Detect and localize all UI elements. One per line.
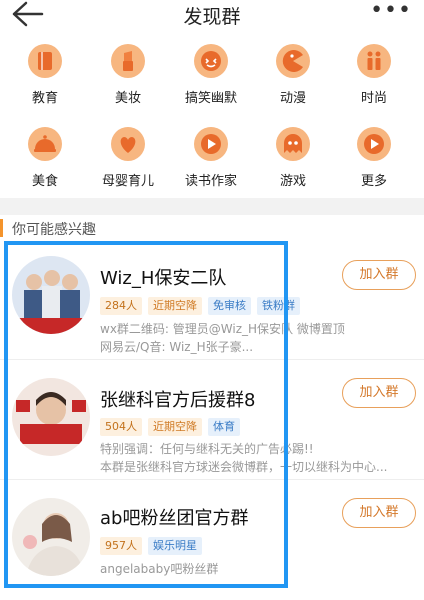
list-item[interactable]: ab吧粉丝团官方群 957人 娱乐明星 angelababy吧粉丝群 加入群 [0, 484, 424, 600]
group-tags: 504人 近期空降 体育 [100, 418, 240, 436]
category-label: 读书作家 [184, 174, 237, 189]
category-food[interactable]: 美食 [5, 127, 85, 189]
tag-badge: 免审核 [208, 297, 251, 315]
book-icon [28, 44, 62, 78]
group-list: Wiz_H保安二队 284人 近期空降 免审核 铁粉群 wx群二维码: 管理员@… [0, 242, 424, 600]
category-label: 动漫 [279, 91, 306, 106]
group-name: ab吧粉丝团官方群 [100, 508, 249, 529]
category-makeup[interactable]: 美妆 [88, 44, 168, 106]
category-label: 更多 [360, 174, 387, 189]
category-parenting[interactable]: 母婴育儿 [88, 127, 168, 189]
category-fashion[interactable]: 时尚 [334, 44, 414, 106]
group-tags: 957人 娱乐明星 [100, 537, 202, 555]
category-reading[interactable]: 读书作家 [171, 127, 251, 189]
join-group-button[interactable]: 加入群 [342, 260, 416, 290]
description-line: wx群二维码: 管理员@Wiz_H保安队 微博置顶 [100, 322, 345, 336]
join-group-button[interactable]: 加入群 [342, 378, 416, 408]
top-bar: 发现群 ••• [0, 0, 424, 32]
description-line: 本群是张继科官方球迷会微博群，一切以继科为中心... [100, 460, 388, 474]
group-name: 张继科官方后援群8 [100, 390, 256, 411]
group-avatar [12, 498, 90, 576]
member-count-badge: 957人 [100, 537, 142, 555]
group-description: angelababy吧粉丝群 [100, 560, 390, 578]
category-anime[interactable]: 动漫 [253, 44, 333, 106]
member-count-badge: 504人 [100, 418, 142, 436]
section-accent-bar [0, 219, 3, 237]
group-avatar [12, 256, 90, 334]
member-count-badge: 284人 [100, 297, 142, 315]
join-group-button[interactable]: 加入群 [342, 498, 416, 528]
more-play-icon [357, 127, 391, 161]
more-menu-button[interactable]: ••• [370, 0, 412, 23]
category-games[interactable]: 游戏 [253, 127, 333, 189]
pacman-icon [276, 44, 310, 78]
play-icon [194, 127, 228, 161]
section-header: 你可能感兴趣 [0, 215, 424, 242]
page-title: 发现群 [183, 6, 241, 28]
category-label: 游戏 [279, 174, 306, 189]
tag-badge: 体育 [208, 418, 240, 436]
ghost-icon [276, 127, 310, 161]
category-humor[interactable]: 搞笑幽默 [171, 44, 251, 106]
category-education[interactable]: 教育 [5, 44, 85, 106]
category-grid: 教育 美妆 搞笑幽默 动漫 时尚 美食 母婴育儿 读书作家 游戏 更多 [0, 32, 424, 198]
list-item[interactable]: 张继科官方后援群8 504人 近期空降 体育 特别强调：任何与继科无关的广告必踢… [0, 362, 424, 480]
tag-badge: 近期空降 [148, 418, 202, 436]
group-avatar [12, 378, 90, 456]
list-item[interactable]: Wiz_H保安二队 284人 近期空降 免审核 铁粉群 wx群二维码: 管理员@… [0, 242, 424, 360]
category-label: 搞笑幽默 [184, 91, 237, 106]
lipstick-icon [111, 44, 145, 78]
category-label: 美食 [31, 174, 58, 189]
heart-icon [111, 127, 145, 161]
tag-badge: 铁粉群 [257, 297, 300, 315]
category-label: 美妆 [114, 91, 141, 106]
food-icon [28, 127, 62, 161]
tag-badge: 近期空降 [148, 297, 202, 315]
description-line: 特别强调：任何与继科无关的广告必踢!! [100, 442, 314, 456]
category-more[interactable]: 更多 [334, 127, 414, 189]
category-label: 母婴育儿 [101, 174, 154, 189]
group-description: 特别强调：任何与继科无关的广告必踢!! 本群是张继科官方球迷会微博群，一切以继科… [100, 440, 390, 476]
fashion-icon [357, 44, 391, 78]
group-name: Wiz_H保安二队 [100, 268, 227, 289]
category-label: 时尚 [360, 91, 387, 106]
category-label: 教育 [31, 91, 58, 106]
tag-badge: 娱乐明星 [148, 537, 202, 555]
section-title: 你可能感兴趣 [12, 222, 96, 238]
group-tags: 284人 近期空降 免审核 铁粉群 [100, 297, 300, 315]
group-description: wx群二维码: 管理员@Wiz_H保安队 微博置顶 网易云/Q音: Wiz_H张… [100, 320, 390, 356]
smile-icon [194, 44, 228, 78]
description-line: angelababy吧粉丝群 [100, 562, 219, 576]
description-line: 网易云/Q音: Wiz_H张子豪... [100, 340, 254, 354]
